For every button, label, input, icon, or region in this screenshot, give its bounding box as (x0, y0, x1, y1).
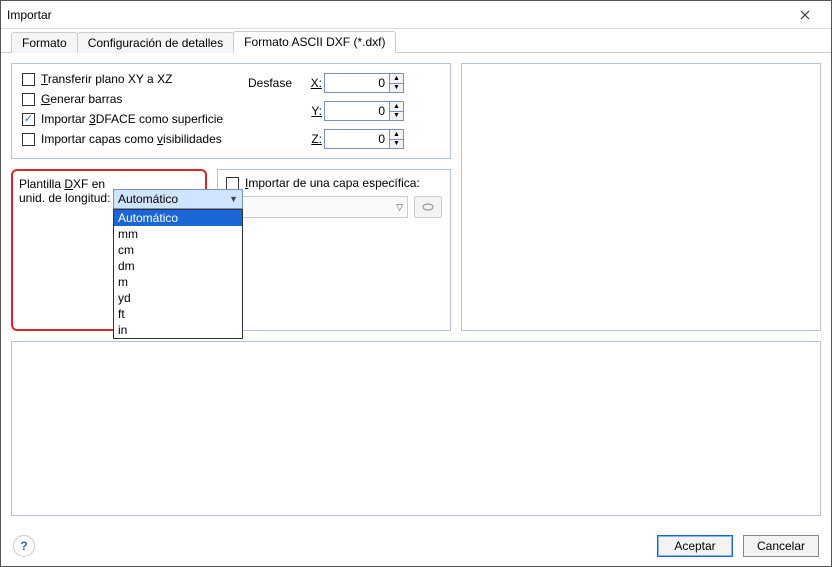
layer-select[interactable]: ▽ (226, 196, 408, 218)
middle-panel: Plantilla DXF en unid. de longitud: Auto… (11, 169, 451, 331)
offset-z-buttons: ▲ ▼ (389, 130, 403, 148)
offset-x-buttons: ▲ ▼ (389, 74, 403, 92)
checkbox-transfer[interactable] (22, 73, 35, 86)
unit-item-in[interactable]: in (114, 322, 242, 338)
label-layers-vis: Importar capas como visibilidades (41, 132, 222, 146)
offset-z-spinner[interactable]: ▲ ▼ (324, 129, 404, 149)
close-button[interactable] (785, 3, 825, 27)
unit-item-ft[interactable]: ft (114, 306, 242, 322)
offset-y-down[interactable]: ▼ (390, 112, 403, 121)
checkbox-layers-vis[interactable] (22, 133, 35, 146)
row-layers-vis[interactable]: Importar capas como visibilidades (22, 132, 242, 146)
unit-item-cm[interactable]: cm (114, 242, 242, 258)
offset-x-up[interactable]: ▲ (390, 74, 403, 84)
offset-y-input[interactable] (325, 102, 389, 120)
checkbox-generate[interactable] (22, 93, 35, 106)
offset-grid: Desfase X: ▲ ▼ Y: (248, 72, 440, 150)
label-3dface: Importar 3DFACE como superficie (41, 112, 223, 126)
units-select[interactable]: Automático ▼ Automático mm cm dm m yd ft (113, 189, 243, 209)
label-transfer: Transferir plano XY a XZ (41, 72, 172, 86)
titlebar: Importar (1, 1, 831, 29)
units-label-line2: unid. de longitud: (19, 191, 110, 205)
row-specific-layer[interactable]: Importar de una capa específica: (226, 176, 442, 190)
tab-bar: Formato Configuración de detalles Format… (1, 29, 831, 53)
offset-z-up[interactable]: ▲ (390, 130, 403, 140)
preview-panel (461, 63, 821, 331)
offset-z-input[interactable] (325, 130, 389, 148)
unit-item-dm[interactable]: dm (114, 258, 242, 274)
offset-x-spinner[interactable]: ▲ ▼ (324, 73, 404, 93)
axis-z-label: Z: (308, 132, 324, 146)
offset-y-up[interactable]: ▲ (390, 102, 403, 112)
dialog-body: Transferir plano XY a XZ Generar barras … (1, 53, 831, 526)
options-list: Transferir plano XY a XZ Generar barras … (22, 72, 242, 150)
axis-x-label: X: (308, 76, 324, 90)
help-icon: ? (20, 539, 27, 553)
units-dropdown-list: Automático mm cm dm m yd ft in (113, 209, 243, 339)
lower-panel (11, 341, 821, 516)
layer-panel: Importar de una capa específica: ▽ (217, 169, 451, 331)
tab-formato-dxf[interactable]: Formato ASCII DXF (*.dxf) (233, 31, 396, 53)
offset-y-spinner[interactable]: ▲ ▼ (324, 101, 404, 121)
offset-label: Desfase (248, 76, 308, 90)
label-generate: Generar barras (41, 92, 122, 106)
close-icon (800, 10, 810, 20)
chevron-down-icon: ▽ (396, 202, 403, 213)
units-selected-text: Automático (118, 192, 178, 206)
import-dialog: Importar Formato Configuración de detall… (0, 0, 832, 567)
upper-area: Transferir plano XY a XZ Generar barras … (11, 63, 821, 331)
layer-row: ▽ (226, 196, 442, 218)
left-column: Transferir plano XY a XZ Generar barras … (11, 63, 451, 331)
layer-pick-button[interactable] (414, 196, 442, 218)
offset-y-buttons: ▲ ▼ (389, 102, 403, 120)
unit-item-auto[interactable]: Automático (114, 210, 242, 226)
axis-y-label: Y: (308, 104, 324, 118)
units-label-line1: Plantilla DXF en (19, 177, 105, 191)
layer-pick-icon (421, 201, 435, 213)
offset-x-down[interactable]: ▼ (390, 84, 403, 93)
checkbox-specific-layer[interactable] (226, 177, 239, 190)
offset-x-input[interactable] (325, 74, 389, 92)
unit-item-mm[interactable]: mm (114, 226, 242, 242)
tab-formato[interactable]: Formato (11, 32, 78, 53)
checkbox-3dface[interactable] (22, 113, 35, 126)
row-3dface[interactable]: Importar 3DFACE como superficie (22, 112, 242, 126)
unit-item-m[interactable]: m (114, 274, 242, 290)
units-selected[interactable]: Automático ▼ (113, 189, 243, 209)
tab-config-detalles[interactable]: Configuración de detalles (77, 32, 234, 53)
ok-button[interactable]: Aceptar (657, 535, 733, 557)
row-transfer[interactable]: Transferir plano XY a XZ (22, 72, 242, 86)
help-button[interactable]: ? (13, 535, 35, 557)
label-specific-layer: Importar de una capa específica: (245, 176, 420, 190)
unit-item-yd[interactable]: yd (114, 290, 242, 306)
chevron-down-icon: ▼ (229, 194, 238, 204)
cancel-button[interactable]: Cancelar (743, 535, 819, 557)
row-generate[interactable]: Generar barras (22, 92, 242, 106)
units-highlight-box: Plantilla DXF en unid. de longitud: Auto… (11, 169, 207, 331)
options-panel: Transferir plano XY a XZ Generar barras … (11, 63, 451, 159)
offset-z-down[interactable]: ▼ (390, 140, 403, 149)
footer: ? Aceptar Cancelar (1, 526, 831, 566)
window-title: Importar (7, 8, 785, 22)
